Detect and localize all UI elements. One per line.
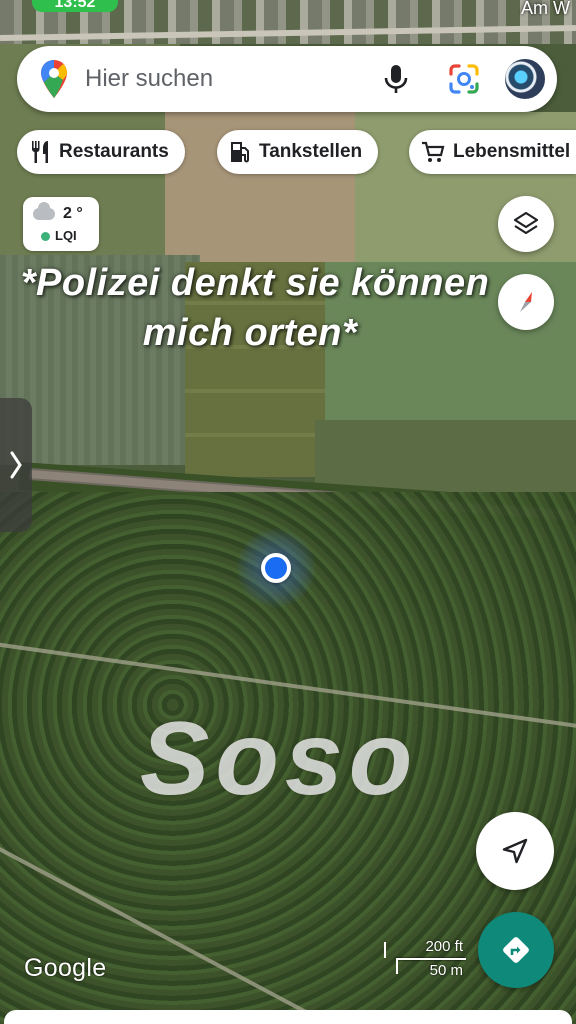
layers-icon: [513, 211, 539, 235]
maps-pin-icon: [41, 60, 67, 98]
google-logo: Google: [24, 954, 107, 982]
navigation-arrow-icon: [502, 838, 528, 864]
air-quality-label: LQI: [55, 228, 77, 243]
fork-knife-icon: [31, 141, 48, 163]
search-bar[interactable]: Hier suchen: [17, 46, 557, 112]
shopping-cart-icon: [422, 141, 445, 162]
caption-line-1: *Polizei denkt sie können: [20, 262, 490, 304]
caption-line-2: mich orten*: [142, 312, 358, 354]
scale-tick: [396, 958, 398, 974]
microphone-icon[interactable]: [381, 63, 411, 95]
chip-lebensmittel[interactable]: Lebensmittel: [409, 130, 576, 174]
chip-restaurants[interactable]: Restaurants: [17, 130, 185, 174]
scale-feet-label: 200 ft: [425, 938, 463, 955]
status-time-pill: 13:52: [32, 0, 118, 12]
current-location-dot[interactable]: [261, 553, 291, 583]
air-quality-dot: [41, 232, 50, 241]
video-caption: *Polizei denkt sie können mich orten*: [0, 258, 500, 358]
status-time: 13:52: [54, 0, 96, 11]
chip-label: Tankstellen: [259, 141, 363, 162]
weather-temperature: 2 °: [63, 205, 83, 222]
weather-widget[interactable]: 2 ° LQI: [23, 197, 99, 251]
account-avatar[interactable]: [503, 57, 547, 101]
my-location-button[interactable]: [476, 812, 554, 890]
chevron-right-icon: [10, 451, 22, 479]
scale-bar: [396, 958, 466, 960]
scale-meters-label: 50 m: [429, 962, 463, 979]
compass-icon: [520, 292, 532, 312]
map-scale: 200 ft 50 m: [384, 938, 466, 982]
google-lens-icon[interactable]: [447, 62, 481, 96]
cloud-icon: [33, 202, 55, 220]
directions-button[interactable]: [478, 912, 554, 988]
gas-pump-icon: [231, 142, 249, 163]
scale-tick: [384, 942, 386, 958]
bottom-sheet-handle[interactable]: [4, 1010, 572, 1024]
chip-label: Lebensmittel: [453, 141, 571, 162]
side-panel-tab[interactable]: [0, 398, 32, 532]
chip-label: Restaurants: [59, 141, 169, 162]
chip-tankstellen[interactable]: Tankstellen: [217, 130, 379, 174]
layers-button[interactable]: [498, 196, 554, 252]
compass-button[interactable]: [498, 274, 554, 330]
map-street-label: Am W: [521, 0, 570, 18]
watermark-text: Soso: [140, 701, 419, 817]
search-placeholder[interactable]: Hier suchen: [85, 65, 381, 93]
directions-icon: [503, 937, 529, 963]
